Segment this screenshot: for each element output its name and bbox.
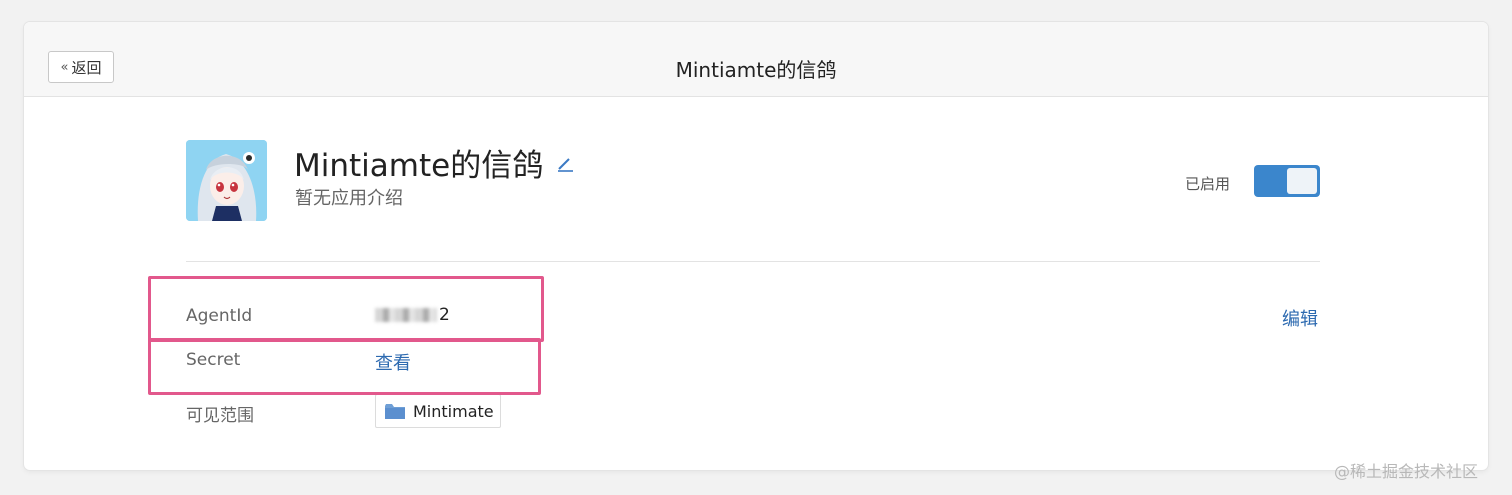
app-name-row: Mintiamte的信鸽	[294, 140, 575, 185]
app-detail-card: « 返回 Mintiamte的信鸽 Mintiamte的信鸽 暂无应用介绍 已启…	[24, 22, 1488, 470]
status-label: 已启用	[1185, 175, 1231, 193]
edit-link[interactable]: 编辑	[1282, 305, 1318, 331]
divider	[186, 261, 1320, 262]
watermark: @稀土掘金技术社区	[1334, 462, 1479, 481]
app-description: 暂无应用介绍	[295, 188, 403, 209]
secret-highlight-box	[148, 338, 541, 395]
folder-icon	[385, 403, 405, 419]
top-bar: « 返回 Mintiamte的信鸽	[24, 22, 1488, 97]
page-title: Mintiamte的信鸽	[675, 58, 837, 82]
agentid-highlight-box	[148, 276, 544, 342]
scope-chip[interactable]: Mintimate	[375, 394, 501, 428]
scope-label: 可见范围	[186, 406, 254, 426]
enable-toggle[interactable]	[1254, 165, 1320, 197]
toggle-knob	[1287, 168, 1317, 194]
scope-value: Mintimate	[413, 401, 494, 421]
app-name: Mintiamte的信鸽	[294, 148, 544, 184]
app-avatar	[186, 140, 267, 221]
pencil-icon[interactable]	[555, 153, 575, 173]
